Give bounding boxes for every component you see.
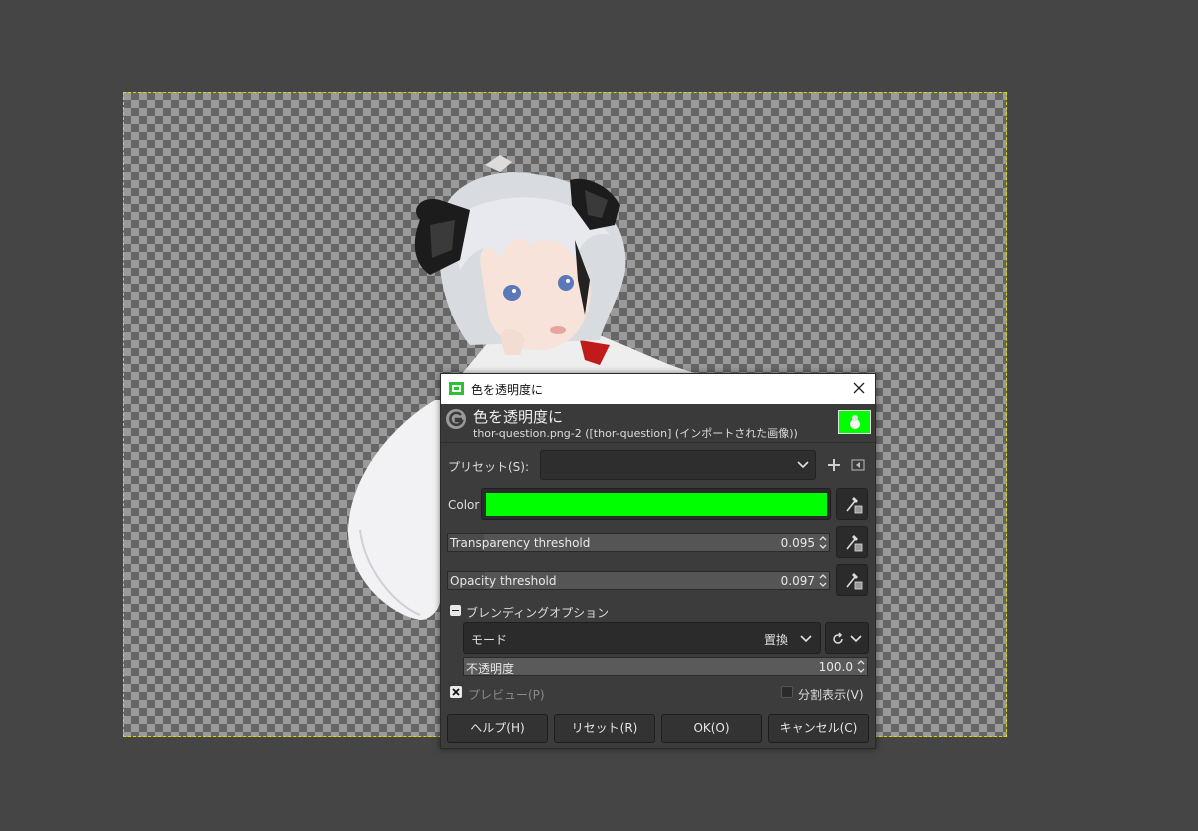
filter-icon [449, 382, 464, 395]
add-preset-icon[interactable] [827, 458, 841, 472]
ok-button[interactable]: OK(O) [661, 714, 762, 743]
opacity-threshold-slider[interactable]: Opacity threshold 0.097 [447, 571, 830, 590]
mode-value: 置換 [763, 633, 788, 647]
dialog-titlebar[interactable]: 色を透明度に [441, 374, 875, 404]
chevron-down-icon [800, 635, 812, 643]
blending-options-label[interactable]: ブレンディングオプション [466, 604, 609, 621]
split-view-label[interactable]: 分割表示(V) [798, 686, 864, 703]
dialog-header-title: 色を透明度に [473, 408, 564, 426]
close-icon[interactable] [851, 380, 867, 396]
reset-cycle-icon [833, 632, 843, 644]
preview-thumbnail [838, 410, 871, 434]
reset-button[interactable]: リセット(R) [554, 714, 655, 743]
color-swatch [486, 493, 827, 516]
checkmark-icon [452, 688, 460, 696]
color-to-alpha-dialog: 色を透明度に 色を透明度に thor-question.png-2 ([thor… [440, 373, 876, 749]
help-button[interactable]: ヘルプ(H) [447, 714, 548, 743]
dialog-header: 色を透明度に thor-question.png-2 ([thor-questi… [441, 404, 875, 443]
transparency-threshold-value[interactable]: 0.095 [781, 536, 815, 550]
preview-label[interactable]: プレビュー(P) [468, 686, 545, 703]
blend-opacity-slider[interactable]: 不透明度 100.0 [463, 657, 868, 676]
presets-label: プリセット(S): [448, 460, 530, 474]
blend-mode-combo[interactable]: モード 置換 [463, 622, 821, 654]
color-label: Color [448, 498, 480, 512]
color-picker-button[interactable] [836, 488, 868, 520]
chevron-down-icon [797, 461, 809, 469]
blend-opacity-value[interactable]: 100.0 [819, 660, 853, 674]
eyedropper-icon [846, 497, 863, 514]
spin-arrows-icon[interactable] [818, 534, 828, 551]
blend-opacity-label: 不透明度 [466, 662, 515, 676]
cancel-button[interactable]: キャンセル(C) [768, 714, 869, 743]
presets-combo[interactable] [540, 450, 816, 480]
opacity-threshold-label: Opacity threshold [450, 574, 557, 588]
opacity-picker-button[interactable] [836, 564, 868, 596]
color-button[interactable] [481, 488, 831, 520]
spin-arrows-icon[interactable] [818, 572, 828, 589]
chevron-down-icon [850, 635, 862, 643]
drawable-preview-icon [850, 415, 860, 429]
blending-collapse-toggle[interactable] [450, 605, 461, 616]
spin-arrows-icon[interactable] [856, 658, 866, 675]
transparency-threshold-slider[interactable]: Transparency threshold 0.095 [447, 533, 830, 552]
eyedropper-icon [846, 573, 863, 590]
opacity-threshold-value[interactable]: 0.097 [781, 574, 815, 588]
image-name-subtitle: thor-question.png-2 ([thor-question] (イン… [473, 427, 798, 440]
split-view-checkbox[interactable] [781, 686, 793, 698]
preset-menu-icon[interactable] [851, 458, 865, 472]
blend-opacity-fill [464, 658, 867, 675]
composite-mode-button[interactable] [825, 622, 869, 654]
transparency-threshold-label: Transparency threshold [450, 536, 591, 550]
dialog-window-title: 色を透明度に [471, 383, 544, 397]
mode-label: モード [471, 633, 508, 647]
eyedropper-icon [846, 535, 863, 552]
gimp-logo-icon [446, 409, 466, 429]
transparency-picker-button[interactable] [836, 526, 868, 558]
preview-checkbox[interactable] [450, 686, 462, 698]
